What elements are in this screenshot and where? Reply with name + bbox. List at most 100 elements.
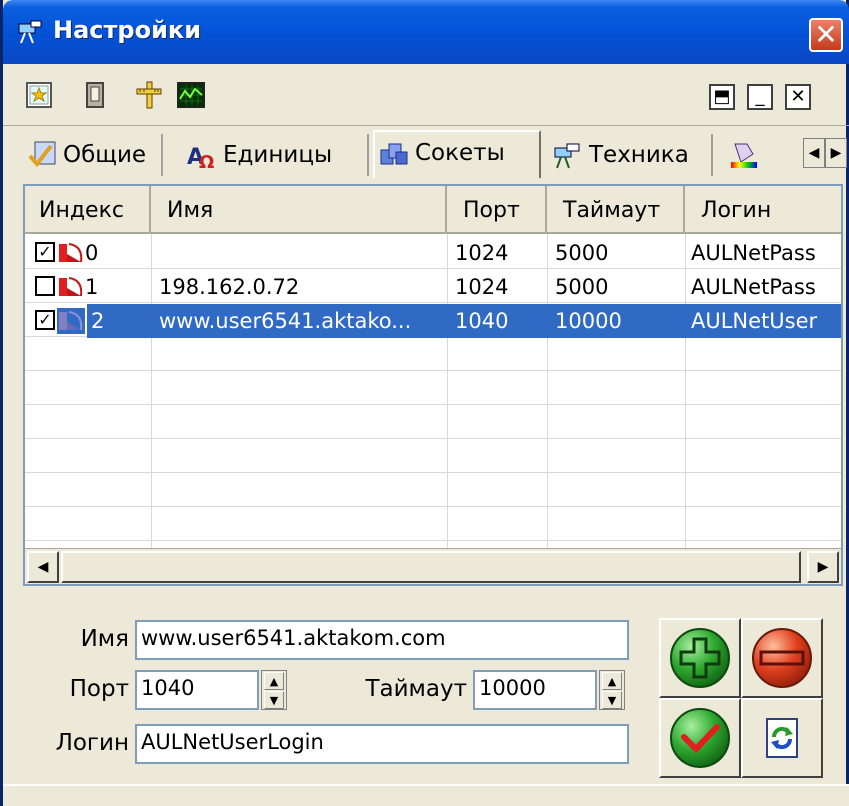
tab-scroll-left-button[interactable]: ◀ [803, 138, 825, 168]
scroll-thumb[interactable] [61, 551, 801, 583]
cell-port: 1040 [455, 309, 509, 333]
spin-up-button[interactable]: ▲ [264, 672, 284, 690]
minimize-icon: _ [755, 86, 765, 107]
cell-login: AULNetPass [691, 241, 816, 265]
add-button[interactable] [659, 618, 741, 698]
grid-line [25, 438, 841, 439]
cell-timeout: 5000 [555, 275, 609, 299]
restore-button[interactable]: ⬒ [709, 84, 735, 110]
window-title: Настройки [53, 16, 202, 44]
remove-button[interactable] [741, 618, 823, 698]
column-header-index[interactable]: Индекс [25, 186, 151, 234]
units-omega-icon: A Ω [187, 145, 214, 170]
grid-line [25, 404, 841, 405]
tab-strip: Общие A Ω Единицы Сокеты Техника ◀ ▶ [3, 128, 849, 178]
settings-check-icon [28, 141, 56, 168]
window-close-button[interactable]: ✕ [809, 18, 843, 52]
remove-icon [752, 628, 812, 688]
timeout-label: Таймаут [365, 676, 467, 702]
grid-line [25, 472, 841, 473]
spin-down-button[interactable]: ▼ [602, 691, 622, 709]
name-input[interactable]: www.user6541.aktakom.com [135, 620, 629, 660]
tab-scroll-right-button[interactable]: ▶ [825, 138, 847, 168]
apply-check-icon [670, 708, 730, 768]
socket-device-icon [57, 308, 85, 334]
tab-label: Единицы [223, 142, 333, 168]
chevron-left-icon: ◀ [37, 559, 49, 575]
cell-timeout: 5000 [555, 241, 609, 265]
port-stepper[interactable]: ▲ ▼ [261, 670, 287, 710]
table-row[interactable]: ✓ 0 1024 5000 AULNetPass [25, 236, 841, 270]
name-label: Имя [80, 626, 129, 652]
column-header-timeout[interactable]: Таймаут [547, 186, 685, 234]
cell-login: AULNetPass [691, 275, 816, 299]
grid-line [25, 370, 841, 371]
oscilloscope-icon[interactable] [177, 81, 205, 109]
table-row[interactable]: 1 198.162.0.72 1024 5000 AULNetPass [25, 270, 841, 304]
cell-name: www.user6541.aktako... [159, 309, 412, 333]
cell-port: 1024 [455, 241, 509, 265]
apply-button[interactable] [659, 698, 741, 778]
spin-down-button[interactable]: ▼ [264, 691, 284, 709]
tab-label: Сокеты [415, 140, 505, 166]
app-telescope-icon [18, 20, 42, 44]
cell-index: 1 [85, 275, 99, 299]
toolbar: ⬒ _ ✕ [3, 64, 849, 126]
add-icon [670, 628, 730, 688]
sockets-table[interactable]: Индекс Имя Порт Таймаут Логин ✓ 0 1024 5 [23, 184, 843, 586]
sockets-icon [380, 143, 408, 165]
cell-timeout: 10000 [555, 309, 622, 333]
tab-sockets[interactable]: Сокеты [373, 130, 541, 178]
login-input[interactable]: AULNetUserLogin [135, 724, 629, 764]
tab-equipment[interactable]: Техника [549, 134, 713, 176]
cell-name: 198.162.0.72 [159, 275, 300, 299]
tab-units[interactable]: A Ω Единицы [183, 134, 369, 176]
restore-icon: ⬒ [713, 86, 731, 107]
tab-appearance[interactable] [725, 134, 779, 176]
refresh-button[interactable] [741, 698, 823, 778]
minimize-button[interactable]: _ [747, 84, 773, 110]
tab-label: Техника [589, 142, 689, 168]
column-header-name[interactable]: Имя [151, 186, 447, 234]
horizontal-scrollbar[interactable]: ◀ ▶ [25, 548, 841, 584]
login-label: Логин [55, 730, 129, 756]
tab-general[interactable]: Общие [23, 134, 163, 176]
column-header-login[interactable]: Логин [685, 186, 841, 234]
svg-text:Ω: Ω [199, 152, 214, 170]
timeout-stepper[interactable]: ▲ ▼ [599, 670, 625, 710]
cell-port: 1024 [455, 275, 509, 299]
port-input[interactable]: 1040 [135, 670, 259, 710]
equipment-icon [554, 143, 580, 169]
scroll-left-button[interactable]: ◀ [27, 551, 59, 583]
title-bar[interactable]: Настройки ✕ [3, 0, 849, 64]
paint-icon [731, 143, 757, 168]
close-icon: ✕ [790, 86, 806, 107]
ruler-icon[interactable] [135, 81, 163, 109]
spin-up-button[interactable]: ▲ [602, 672, 622, 690]
chevron-right-icon: ▶ [830, 145, 842, 161]
close-panel-button[interactable]: ✕ [785, 84, 811, 110]
timeout-input[interactable]: 10000 [473, 670, 597, 710]
socket-device-icon [59, 277, 83, 297]
chevron-left-icon: ◀ [808, 145, 820, 161]
tab-scroller: ◀ ▶ [803, 138, 847, 168]
cell-index: 0 [85, 241, 99, 265]
grid-line [25, 540, 841, 541]
chevron-right-icon: ▶ [817, 559, 829, 575]
book-icon[interactable] [81, 81, 109, 109]
table-row-selected[interactable]: ✓ 2 www.user6541.aktako... 1040 10000 AU… [25, 304, 841, 338]
enable-checkbox[interactable]: ✓ [35, 242, 55, 262]
star-document-icon[interactable] [25, 81, 53, 109]
grid-line [25, 506, 841, 507]
refresh-icon [766, 718, 798, 758]
enable-checkbox[interactable]: ✓ [35, 310, 55, 330]
cell-login: AULNetUser [691, 309, 818, 333]
status-bar [3, 784, 849, 806]
socket-device-icon [59, 243, 83, 263]
tab-label: Общие [63, 142, 147, 168]
column-header-port[interactable]: Порт [447, 186, 547, 234]
port-label: Порт [69, 676, 129, 702]
enable-checkbox[interactable] [35, 276, 55, 296]
scroll-right-button[interactable]: ▶ [807, 551, 839, 583]
cell-index: 2 [91, 309, 105, 333]
